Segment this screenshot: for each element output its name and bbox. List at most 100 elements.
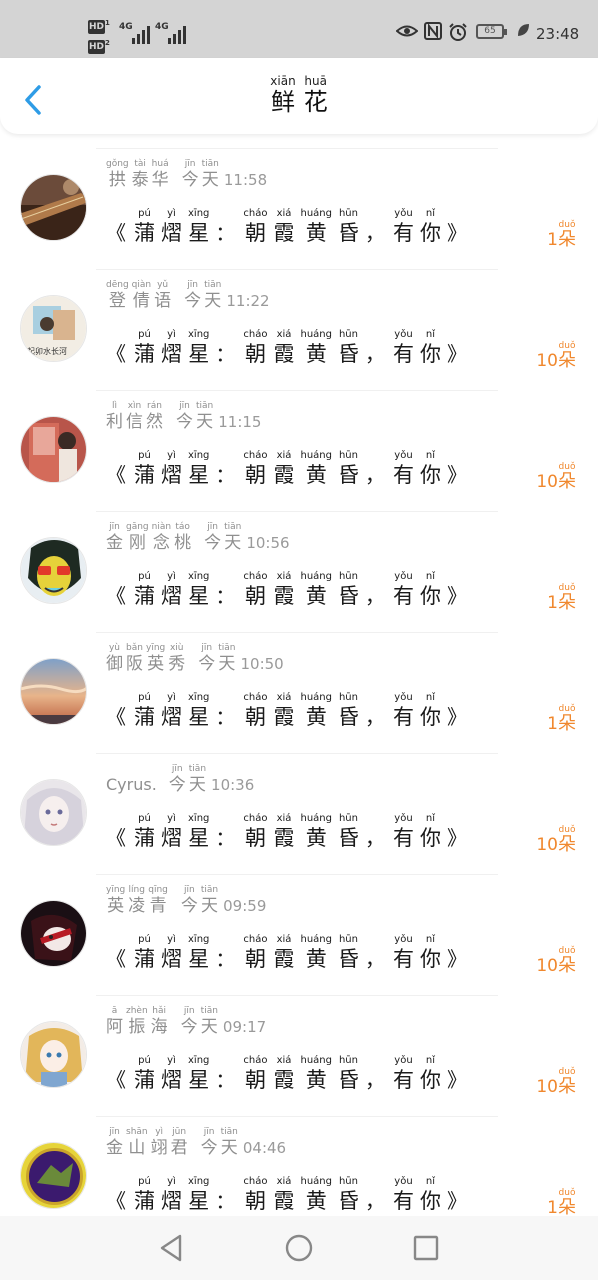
pinyin-char: pú 蒲 bbox=[134, 1055, 155, 1092]
pinyin-char: tiān 天 bbox=[200, 885, 219, 916]
date-label: jīn 今 tiān 天 bbox=[169, 764, 209, 795]
divider bbox=[96, 269, 498, 270]
battery-icon: 65 bbox=[476, 24, 507, 39]
song-title[interactable]: 《 pú 蒲 yì 熠 xīng 星： cháo 朝 xiá 霞 huáng 黄 hūn 昏， yǒu 有 nǐ 你… bbox=[106, 1055, 475, 1093]
avatar[interactable] bbox=[20, 900, 87, 967]
pinyin-char: xīng 星 bbox=[188, 934, 210, 971]
pinyin-char: tiān 天 bbox=[218, 643, 236, 674]
list-item[interactable]: 起卯水长河 dēng 登 qiàn 倩 yǔ 语 jīn 今 tiān 天 11:22 《 pú 蒲 yì 熠 x… bbox=[0, 255, 598, 376]
sender-line: gǒng 拱 tài 泰 huá 华 jīn 今 tiān 天 11:58 bbox=[106, 158, 267, 190]
sender-line: Cyrus. jīn 今 tiān 天 10:36 bbox=[106, 763, 254, 795]
flower-count: 10 duǒ 朵 bbox=[536, 341, 576, 371]
pinyin-char: cháo 朝 bbox=[243, 208, 268, 245]
pinyin-char: lì 利 bbox=[106, 401, 123, 432]
pinyin-char: xīng 星 bbox=[188, 692, 210, 729]
avatar[interactable] bbox=[20, 1021, 87, 1088]
nav-back-button[interactable] bbox=[156, 1232, 188, 1264]
pinyin-char: huáng 黄 bbox=[300, 813, 332, 850]
pinyin-char: tiān 天 bbox=[188, 764, 207, 795]
eye-icon bbox=[395, 22, 419, 44]
flower-count-number: 1 bbox=[547, 593, 558, 613]
flower-count: 10 duǒ 朵 bbox=[536, 946, 576, 976]
pinyin-char: pú 蒲 bbox=[134, 1176, 155, 1213]
clock: 23:48 bbox=[536, 25, 580, 43]
pinyin-char: yì 翊 bbox=[150, 1127, 168, 1158]
pinyin-char: cháo 朝 bbox=[243, 1176, 268, 1213]
divider bbox=[96, 148, 498, 149]
sender-name: jīn 金 shān 山 yì 翊 jūn 君 bbox=[106, 1127, 191, 1158]
flower-count: 10 duǒ 朵 bbox=[536, 1067, 576, 1097]
status-bar: HD1 HD2 4G 4G 65 23:48 bbox=[0, 0, 598, 58]
pinyin-char: táo 桃 bbox=[174, 522, 192, 553]
avatar[interactable] bbox=[20, 537, 87, 604]
song-title[interactable]: 《 pú 蒲 yì 熠 xīng 星： cháo 朝 xiá 霞 huáng 黄 hūn 昏， yǒu 有 nǐ 你… bbox=[106, 571, 475, 609]
list-item[interactable]: yīng 英 líng 凌 qīng 青 jīn 今 tiān 天 09:59 《 pú 蒲 yì 熠 xīng… bbox=[0, 860, 598, 981]
pinyin-char: jīn 今 bbox=[204, 522, 222, 553]
list-item[interactable]: jīn 金 gāng 刚 niàn 念 táo 桃 jīn 今 tiān 天 10:56 《 pú 蒲 yì 熠 x… bbox=[0, 497, 598, 618]
song-title[interactable]: 《 pú 蒲 yì 熠 xīng 星： cháo 朝 xiá 霞 huáng 黄 hūn 昏， yǒu 有 nǐ 你… bbox=[106, 692, 475, 730]
status-right-group: 65 23:48 bbox=[388, 14, 598, 54]
pinyin-char: gāng 刚 bbox=[126, 522, 149, 553]
pinyin-char: jīn 今 bbox=[184, 280, 202, 311]
list-item[interactable]: lì 利 xìn 信 rán 然 jīn 今 tiān 天 11:15 《 pú 蒲 yì 熠 xīng 星： ch… bbox=[0, 376, 598, 497]
pinyin-char: zhèn 振 bbox=[126, 1006, 148, 1037]
square-recents-icon bbox=[413, 1235, 439, 1261]
pinyin-char: shān 山 bbox=[126, 1127, 148, 1158]
flower-count-number: 10 bbox=[536, 1077, 558, 1097]
avatar[interactable] bbox=[20, 174, 87, 241]
hd-sim1-badge: HD1 bbox=[88, 19, 110, 34]
avatar[interactable]: 起卯水长河 bbox=[20, 295, 87, 362]
date-label: jīn 今 tiān 天 bbox=[201, 1127, 241, 1158]
song-title[interactable]: 《 pú 蒲 yì 熠 xīng 星： cháo 朝 xiá 霞 huáng 黄 hūn 昏， yǒu 有 nǐ 你… bbox=[106, 1176, 475, 1214]
song-title[interactable]: 《 pú 蒲 yì 熠 xīng 星： cháo 朝 xiá 霞 huáng 黄 hūn 昏， yǒu 有 nǐ 你… bbox=[106, 450, 475, 488]
song-title[interactable]: 《 pú 蒲 yì 熠 xīng 星： cháo 朝 xiá 霞 huáng 黄 hūn 昏， yǒu 有 nǐ 你… bbox=[106, 934, 475, 972]
sender-name: gǒng 拱 tài 泰 huá 华 bbox=[106, 159, 172, 190]
song-title[interactable]: 《 pú 蒲 yì 熠 xīng 星： cháo 朝 xiá 霞 huáng 黄 hūn 昏， yǒu 有 nǐ 你… bbox=[106, 329, 475, 367]
pinyin-char: xīng 星 bbox=[188, 1055, 210, 1092]
pinyin-char: cháo 朝 bbox=[243, 450, 268, 487]
pinyin-char: xīng 星 bbox=[188, 571, 210, 608]
list-item[interactable]: jīn 金 shān 山 yì 翊 jūn 君 jīn 今 tiān 天 04:46 《 pú 蒲 yì 熠 xīn… bbox=[0, 1102, 598, 1216]
nav-recents-button[interactable] bbox=[410, 1232, 442, 1264]
pinyin-char: nǐ 你 bbox=[419, 1055, 441, 1092]
timestamp: 04:46 bbox=[242, 1139, 287, 1157]
sender-line: jīn 金 gāng 刚 niàn 念 táo 桃 jīn 今 tiān 天 10:56 bbox=[106, 521, 290, 553]
song-title[interactable]: 《 pú 蒲 yì 熠 xīng 星： cháo 朝 xiá 霞 huáng 黄 hūn 昏， yǒu 有 nǐ 你… bbox=[106, 813, 475, 851]
timestamp: 09:59 bbox=[223, 897, 267, 915]
pinyin-char: yǒu 有 bbox=[392, 1055, 414, 1092]
pinyin-char: hǎi 海 bbox=[150, 1006, 168, 1037]
pinyin-char: xīng 星 bbox=[188, 450, 210, 487]
flower-gift-list[interactable]: gǒng 拱 tài 泰 huá 华 jīn 今 tiān 天 11:58 《 pú 蒲 yì 熠 xīng 星：… bbox=[0, 134, 598, 1216]
list-item[interactable]: yù 御 bǎn 阪 yīng 英 xiù 秀 jīn 今 tiān 天 10:50 《 pú 蒲 yì 熠 xīn… bbox=[0, 618, 598, 739]
song-title[interactable]: 《 pú 蒲 yì 熠 xīng 星： cháo 朝 xiá 霞 huáng 黄 hūn 昏， yǒu 有 nǐ 你… bbox=[106, 208, 475, 246]
list-item[interactable]: Cyrus. jīn 今 tiān 天 10:36 《 pú 蒲 yì 熠 xīng 星： cháo 朝 xi… bbox=[0, 739, 598, 860]
system-nav-bar bbox=[0, 1216, 598, 1280]
pinyin-char: gǒng 拱 bbox=[106, 159, 129, 190]
pinyin-char: qīng 青 bbox=[148, 885, 168, 916]
pinyin-char: huáng 黄 bbox=[300, 692, 332, 729]
pinyin-char: xīng 星 bbox=[188, 208, 210, 245]
avatar[interactable] bbox=[20, 416, 87, 483]
list-item[interactable]: gǒng 拱 tài 泰 huá 华 jīn 今 tiān 天 11:58 《 pú 蒲 yì 熠 xīng 星：… bbox=[0, 134, 598, 255]
flower-unit: duǒ 朵 bbox=[558, 341, 576, 371]
avatar[interactable] bbox=[20, 1142, 87, 1209]
nav-home-button[interactable] bbox=[283, 1232, 315, 1264]
pinyin-char: bǎn 阪 bbox=[126, 643, 143, 674]
pinyin-char: yǒu 有 bbox=[392, 813, 414, 850]
pinyin-char: yīng 英 bbox=[146, 643, 166, 674]
pinyin-char: ā阿 bbox=[106, 1006, 123, 1037]
pinyin-char: huá 华 bbox=[151, 159, 169, 190]
avatar[interactable] bbox=[20, 779, 87, 846]
pinyin-char: jīn 今 bbox=[200, 1127, 218, 1158]
date-label: jīn 今 tiān 天 bbox=[181, 885, 221, 916]
circle-home-icon bbox=[285, 1234, 313, 1262]
flower-unit: duǒ 朵 bbox=[558, 1067, 576, 1097]
pinyin-char: jūn 君 bbox=[170, 1127, 188, 1158]
list-item[interactable]: ā 阿 zhèn 振 hǎi 海 jīn 今 tiān 天 09:17 《 pú 蒲 yì 熠 xīng 星： ch… bbox=[0, 981, 598, 1102]
avatar[interactable] bbox=[20, 658, 87, 725]
pinyin-char: hūn 昏 bbox=[337, 692, 359, 729]
pinyin-char: jīn 金 bbox=[106, 522, 123, 553]
pinyin-char: yì 熠 bbox=[161, 692, 182, 729]
sender-line: yīng 英 líng 凌 qīng 青 jīn 今 tiān 天 09:59 bbox=[106, 884, 266, 916]
sender-name: jīn 金 gāng 刚 niàn 念 táo 桃 bbox=[106, 522, 194, 553]
